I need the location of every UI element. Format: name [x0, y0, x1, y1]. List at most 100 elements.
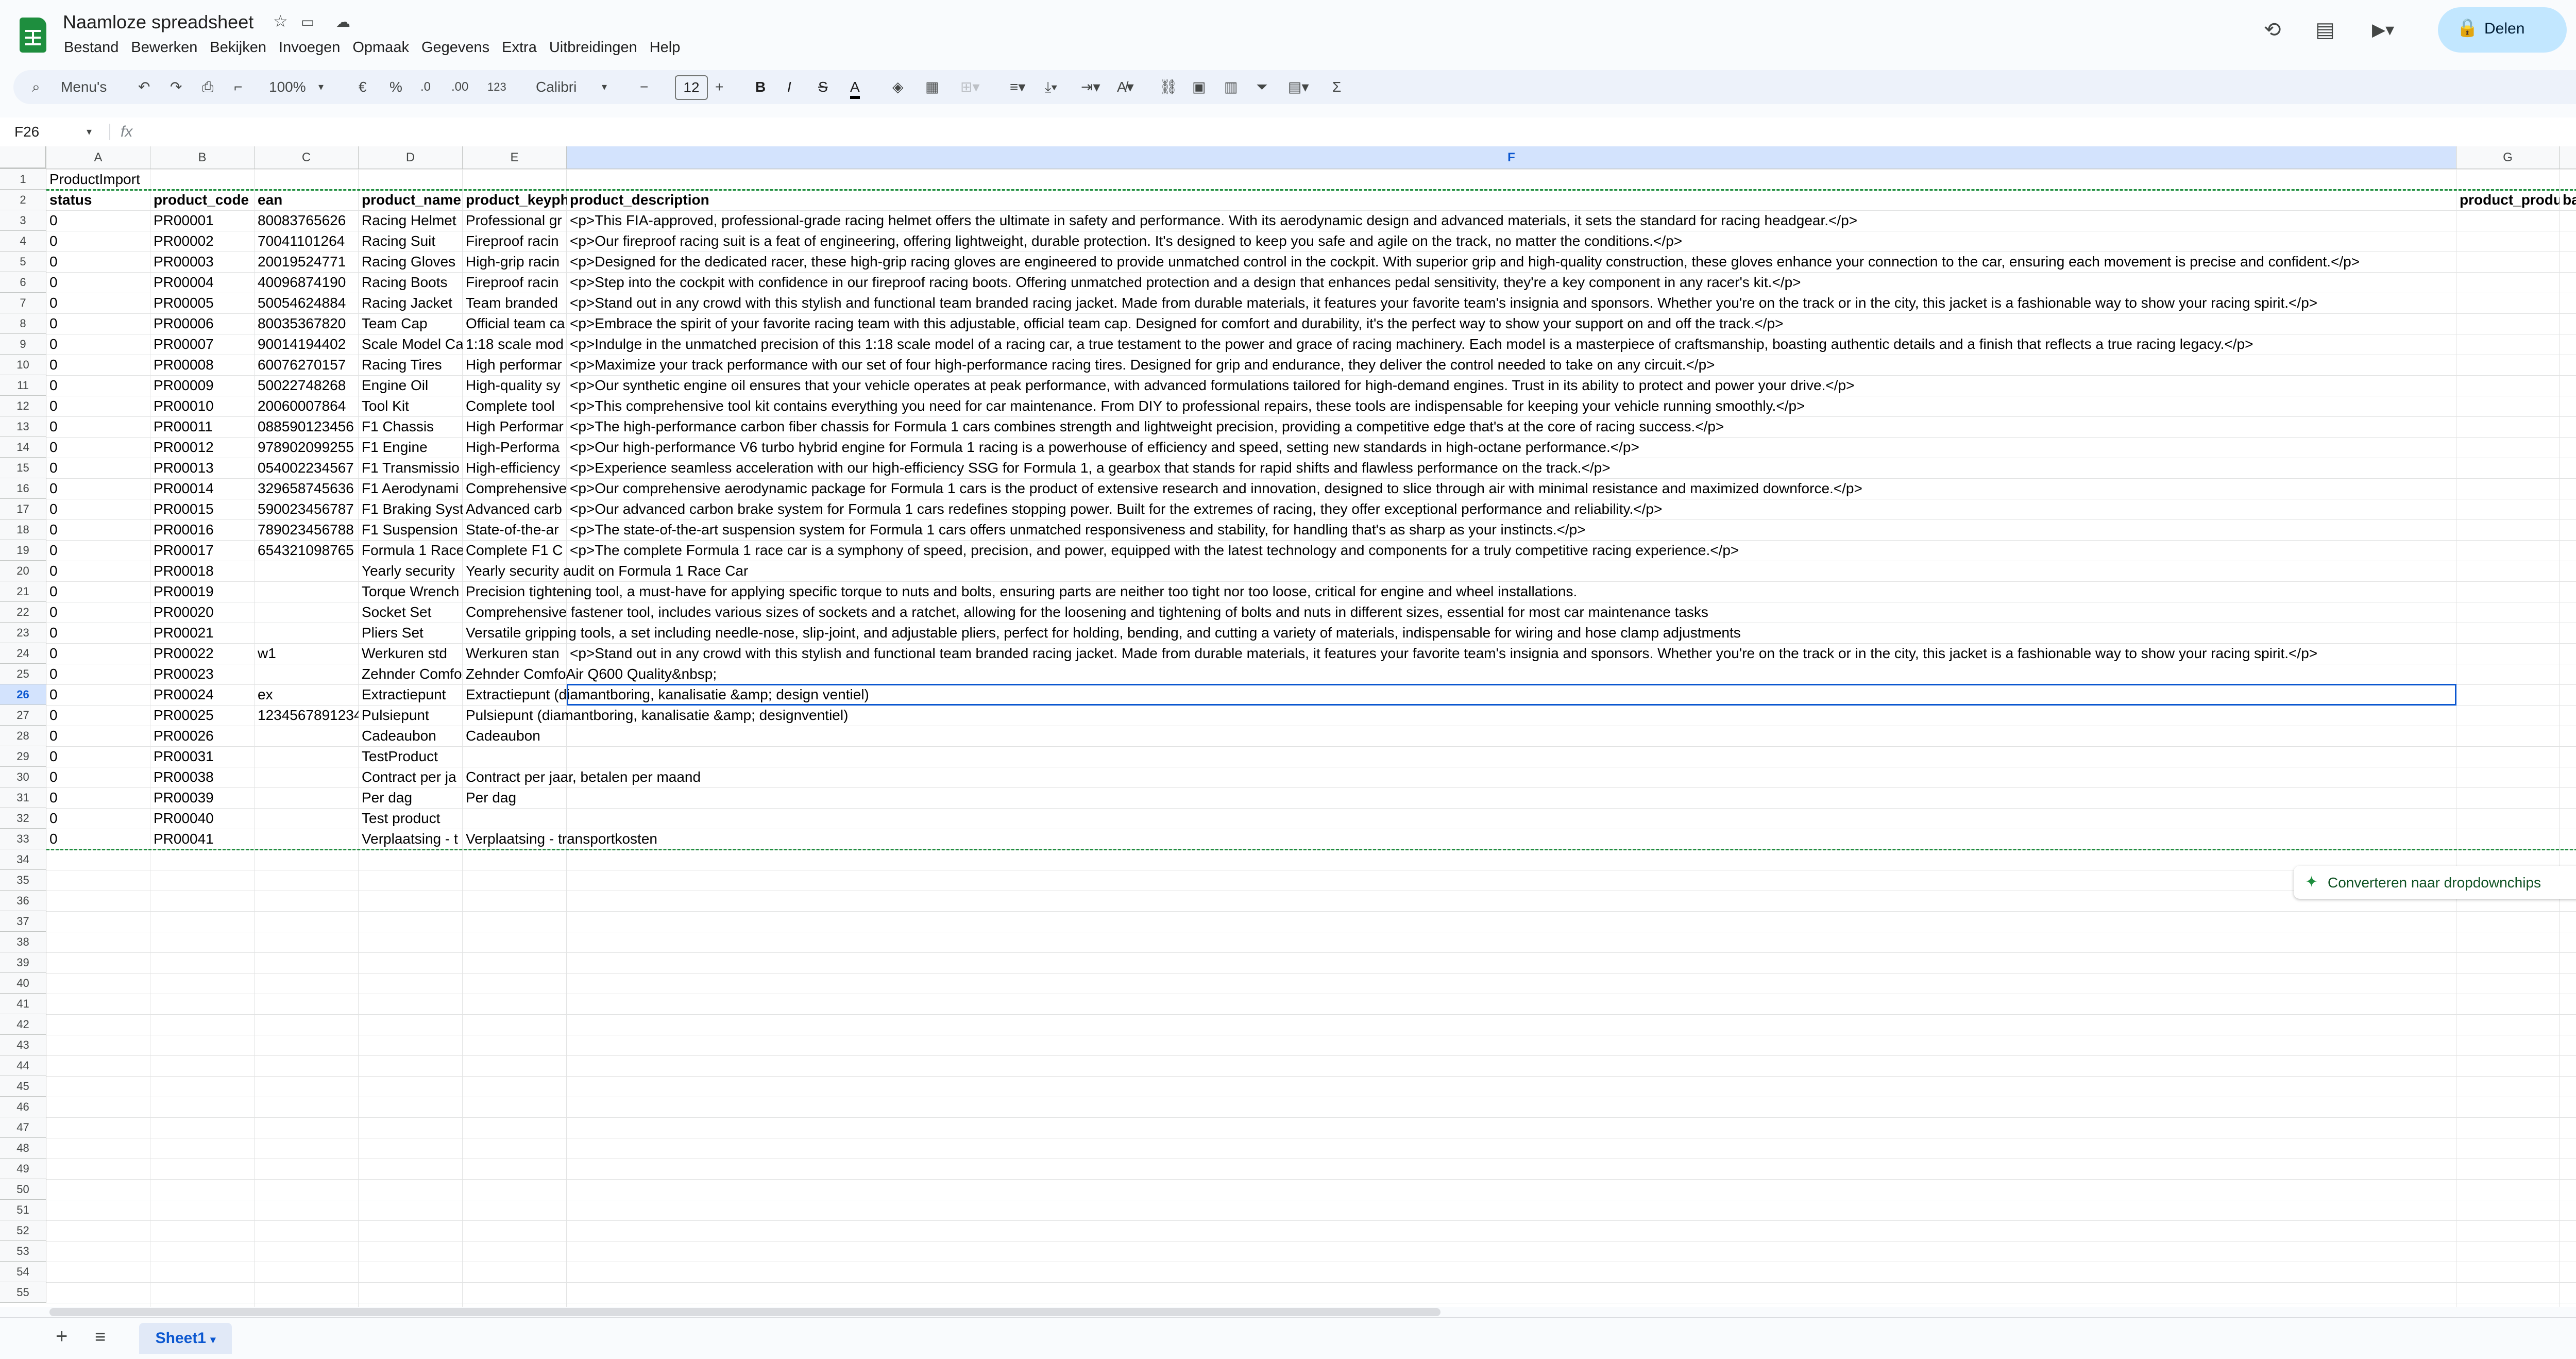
- row-header-10[interactable]: 10: [0, 355, 46, 375]
- select-all-corner[interactable]: [0, 146, 46, 169]
- row-header-28[interactable]: 28: [0, 726, 46, 746]
- row-header-27[interactable]: 27: [0, 705, 46, 726]
- cell-a20[interactable]: 0: [46, 561, 150, 581]
- row-header-39[interactable]: 39: [0, 952, 46, 973]
- cell-c17[interactable]: 590023456787: [255, 499, 359, 519]
- cell-e9[interactable]: 1:18 scale mod: [463, 334, 567, 355]
- cell-d18[interactable]: F1 Suspension: [359, 519, 463, 540]
- row-header-36[interactable]: 36: [0, 891, 46, 911]
- cell-h3[interactable]: 206,6: [2560, 210, 2576, 231]
- row-header-32[interactable]: 32: [0, 808, 46, 829]
- cell-h10[interactable]: 826,4: [2560, 355, 2576, 375]
- cell-b9[interactable]: PR00007: [150, 334, 255, 355]
- menu-opmaak[interactable]: Opmaak: [346, 36, 415, 59]
- row-header-15[interactable]: 15: [0, 458, 46, 478]
- cell-a31[interactable]: 0: [46, 787, 150, 808]
- cell-e17[interactable]: Advanced carb: [463, 499, 567, 519]
- document-title[interactable]: Naamloze spreadsheet: [63, 11, 253, 33]
- column-header-e[interactable]: E: [463, 146, 567, 169]
- cell-e22[interactable]: Comprehensive fastener tool, includes va…: [463, 602, 1708, 623]
- cell-b17[interactable]: PR00015: [150, 499, 255, 519]
- convert-dropdown-chips-button[interactable]: Converteren naar dropdownchips: [2328, 875, 2541, 891]
- cell-b8[interactable]: PR00006: [150, 313, 255, 334]
- name-box[interactable]: F26: [14, 118, 39, 146]
- cell-d31[interactable]: Per dag: [359, 787, 463, 808]
- row-header-41[interactable]: 41: [0, 994, 46, 1014]
- spreadsheet-grid[interactable]: ABCDEFGH12345678910111213141516171819202…: [0, 146, 2576, 1307]
- row-header-21[interactable]: 21: [0, 581, 46, 602]
- cell-a15[interactable]: 0: [46, 458, 150, 478]
- cell-f17[interactable]: <p>Our advanced carbon brake system for …: [567, 499, 2560, 519]
- cell-b22[interactable]: PR00020: [150, 602, 255, 623]
- row-header-45[interactable]: 45: [0, 1076, 46, 1097]
- row-header-40[interactable]: 40: [0, 973, 46, 994]
- row-header-23[interactable]: 23: [0, 623, 46, 643]
- row-header-42[interactable]: 42: [0, 1014, 46, 1035]
- row-header-37[interactable]: 37: [0, 911, 46, 932]
- cell-d29[interactable]: TestProduct: [359, 746, 463, 767]
- row-header-29[interactable]: 29: [0, 746, 46, 767]
- cell-e19[interactable]: Complete F1 C: [463, 540, 567, 561]
- row-header-35[interactable]: 35: [0, 870, 46, 891]
- cell-d33[interactable]: Verplaatsing - t: [359, 829, 463, 849]
- undo-icon[interactable]: ↶: [138, 70, 150, 104]
- cell-c3[interactable]: 80083765626: [255, 210, 359, 231]
- cell-b23[interactable]: PR00021: [150, 623, 255, 643]
- text-rotation-icon[interactable]: A̸▾: [1117, 70, 1134, 104]
- cell-d12[interactable]: Tool Kit: [359, 396, 463, 416]
- percent-format-button[interactable]: %: [389, 70, 402, 104]
- cell-a28[interactable]: 0: [46, 726, 150, 746]
- cell-d28[interactable]: Cadeaubon: [359, 726, 463, 746]
- cell-d23[interactable]: Pliers Set: [359, 623, 463, 643]
- cell-a13[interactable]: 0: [46, 416, 150, 437]
- cell-b6[interactable]: PR00004: [150, 272, 255, 293]
- cell-c4[interactable]: 70041101264: [255, 231, 359, 251]
- row-header-14[interactable]: 14: [0, 437, 46, 458]
- cell-e10[interactable]: High performar: [463, 355, 567, 375]
- menu-help[interactable]: Help: [643, 36, 687, 59]
- cell-c18[interactable]: 789023456788: [255, 519, 359, 540]
- merge-cells-icon[interactable]: ⊞▾: [960, 70, 980, 104]
- menu-bewerken[interactable]: Bewerken: [125, 36, 204, 59]
- cell-e2[interactable]: product_keyph: [463, 190, 567, 210]
- cell-e24[interactable]: Werkuren stan: [463, 643, 567, 664]
- cell-f15[interactable]: <p>Experience seamless acceleration with…: [567, 458, 2560, 478]
- row-header-1[interactable]: 1: [0, 169, 46, 190]
- share-button[interactable]: 🔒 Delen: [2438, 7, 2567, 53]
- cell-d20[interactable]: Yearly security: [359, 561, 463, 581]
- cell-b28[interactable]: PR00026: [150, 726, 255, 746]
- column-header-d[interactable]: D: [359, 146, 463, 169]
- increase-decimal-button[interactable]: .00: [451, 70, 468, 104]
- cell-f7[interactable]: <p>Stand out in any crowd with this styl…: [567, 293, 2560, 313]
- cell-c11[interactable]: 50022748268: [255, 375, 359, 396]
- folder-move-icon[interactable]: ▭: [301, 13, 314, 30]
- row-header-34[interactable]: 34: [0, 849, 46, 870]
- cell-f14[interactable]: <p>Our high-performance V6 turbo hybrid …: [567, 437, 2560, 458]
- cell-e15[interactable]: High-efficiency: [463, 458, 567, 478]
- cell-b30[interactable]: PR00038: [150, 767, 255, 787]
- cell-e5[interactable]: High-grip racin: [463, 251, 567, 272]
- star-icon[interactable]: ☆: [273, 11, 288, 31]
- cell-a2[interactable]: status: [46, 190, 150, 210]
- cell-h16[interactable]: 3: [2560, 478, 2576, 499]
- menu-gegevens[interactable]: Gegevens: [415, 36, 496, 59]
- name-box-chevron-down-icon[interactable]: ▾: [87, 118, 92, 146]
- filter-icon[interactable]: ⏷: [1256, 70, 1267, 104]
- functions-button[interactable]: Σ: [1332, 70, 1341, 104]
- borders-icon[interactable]: ▦: [925, 70, 939, 104]
- cell-e26[interactable]: Extractiepunt (diamantboring, kanalisati…: [463, 684, 869, 705]
- row-header-46[interactable]: 46: [0, 1097, 46, 1117]
- cell-a18[interactable]: 0: [46, 519, 150, 540]
- cell-b32[interactable]: PR00040: [150, 808, 255, 829]
- cell-b10[interactable]: PR00008: [150, 355, 255, 375]
- cell-h8[interactable]: 53,7: [2560, 313, 2576, 334]
- cell-d2[interactable]: product_name: [359, 190, 463, 210]
- cell-a16[interactable]: 0: [46, 478, 150, 499]
- column-header-g[interactable]: G: [2456, 146, 2560, 169]
- meet-video-icon[interactable]: ▶▾: [2372, 14, 2394, 45]
- column-header-h[interactable]: H: [2560, 146, 2576, 169]
- tab-sheet1[interactable]: Sheet1 ▾: [139, 1323, 232, 1354]
- row-header-7[interactable]: 7: [0, 293, 46, 313]
- row-header-9[interactable]: 9: [0, 334, 46, 355]
- cell-f11[interactable]: <p>Our synthetic engine oil ensures that…: [567, 375, 2560, 396]
